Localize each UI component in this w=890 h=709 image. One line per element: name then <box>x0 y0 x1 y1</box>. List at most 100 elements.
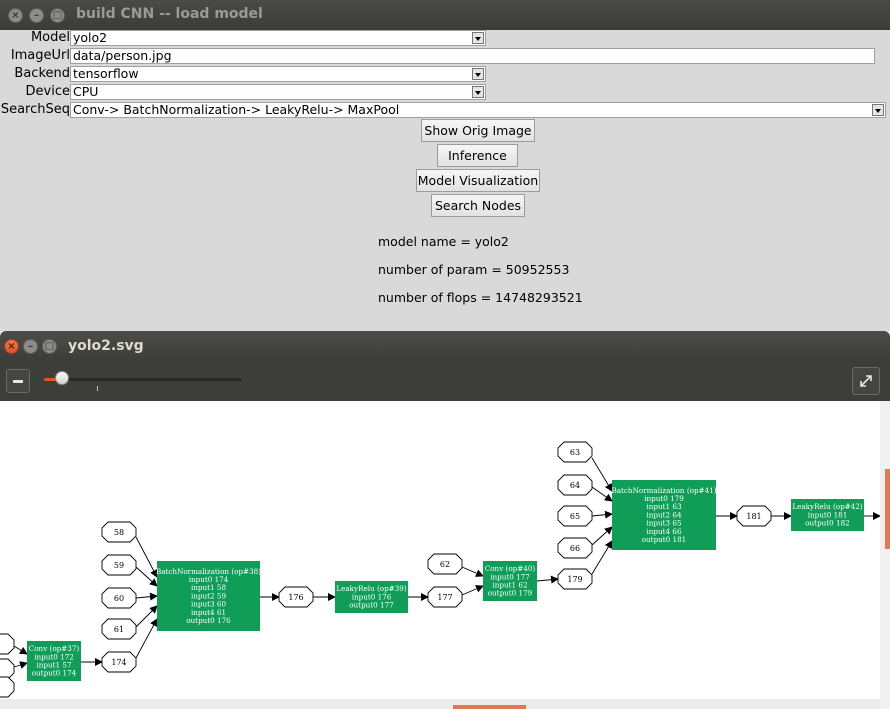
op-node-op41[interactable]: BatchNormalization (op#41)input0 179inpu… <box>611 480 717 550</box>
show-orig-image-button[interactable]: Show Orig Image <box>421 119 535 142</box>
tensor-node-tA[interactable] <box>0 633 15 655</box>
tensor-node-t60[interactable]: 60 <box>101 587 137 609</box>
image-url-input[interactable]: data/person.jpg <box>70 48 875 64</box>
backend-value: tensorflow <box>73 66 139 81</box>
tensor-node-t181[interactable]: 181 <box>736 505 772 527</box>
tensor-node-t174[interactable]: 174 <box>101 651 137 673</box>
tensor-node-label: 62 <box>440 560 450 569</box>
tensor-node-label: 174 <box>111 658 126 667</box>
device-value: CPU <box>73 84 99 99</box>
chevron-down-icon[interactable] <box>472 86 484 98</box>
maximize-icon[interactable]: □ <box>50 8 65 23</box>
tensor-node-t65[interactable]: 65 <box>557 505 593 527</box>
tensor-node-t177[interactable]: 177 <box>427 586 463 608</box>
graph-edge <box>461 585 484 596</box>
tensor-node-shape <box>0 676 15 698</box>
model-graph: Conv (op#37)input0 172input1 57output0 1… <box>0 441 880 698</box>
tensor-node-t66[interactable]: 66 <box>557 537 593 559</box>
graph-edge <box>591 457 613 492</box>
image-url-value: data/person.jpg <box>73 48 172 63</box>
op-node-line: output0 179 <box>488 589 533 598</box>
tensor-node-label: 177 <box>437 593 452 602</box>
horizontal-scrollbar-thumb[interactable] <box>453 705 526 709</box>
tensor-node-t64[interactable]: 64 <box>557 474 593 496</box>
vertical-scrollbar[interactable] <box>880 401 890 699</box>
graph-edge <box>591 486 613 502</box>
inference-button[interactable]: Inference <box>437 144 518 167</box>
graph-edge <box>135 605 158 628</box>
image-url-label: ImageUrl <box>10 48 70 63</box>
zoom-slider-handle[interactable] <box>55 371 69 385</box>
tensor-node-t58[interactable]: 58 <box>101 521 137 543</box>
graph-edge <box>135 592 158 601</box>
viewer-toolbar <box>0 361 890 401</box>
num-flops-text: number of flops = 14748293521 <box>378 290 583 305</box>
tensor-node-tB[interactable] <box>0 658 15 680</box>
tensor-node-label: 60 <box>114 594 124 603</box>
op-node-op37[interactable]: Conv (op#37)input0 172input1 57output0 1… <box>27 641 81 681</box>
op-node-op39[interactable]: LeakyRelu (op#39)input0 176output0 177 <box>335 581 408 613</box>
close-icon[interactable]: × <box>8 8 23 23</box>
tensor-node-label: 64 <box>570 481 580 490</box>
graph-edge <box>461 566 484 577</box>
device-label: Device <box>25 84 70 99</box>
horizontal-scrollbar[interactable] <box>0 699 880 709</box>
tensor-node-label: 181 <box>746 512 761 521</box>
graph-edge <box>135 566 158 587</box>
chevron-down-icon[interactable] <box>472 32 484 44</box>
tensor-node-t62[interactable]: 62 <box>427 553 463 575</box>
zoom-out-icon[interactable] <box>6 369 30 393</box>
tensor-node-shape <box>0 633 15 655</box>
op-node-line: output0 177 <box>349 601 394 610</box>
viewer-titlebar[interactable]: × – □ yolo2.svg <box>0 331 890 361</box>
tensor-node-shape <box>0 658 15 680</box>
search-seq-dropdown[interactable]: Conv-> BatchNormalization-> LeakyRelu-> … <box>70 102 886 118</box>
close-icon[interactable]: × <box>4 339 19 354</box>
tensor-node-label: 65 <box>570 512 580 521</box>
op-node-op42[interactable]: LeakyRelu (op#42)input0 181output0 182 <box>791 499 864 531</box>
chevron-down-icon[interactable] <box>472 68 484 80</box>
tensor-node-label: 176 <box>288 593 303 602</box>
zoom-slider-mark <box>97 386 98 391</box>
search-nodes-button[interactable]: Search Nodes <box>431 194 525 217</box>
minimize-icon[interactable]: – <box>23 339 38 354</box>
op-node-line: output0 174 <box>32 669 77 678</box>
tensor-node-label: 61 <box>114 625 124 634</box>
op-node-op38[interactable]: BatchNormalization (op#38)input0 174inpu… <box>156 561 261 631</box>
model-label: Model <box>30 30 70 45</box>
tensor-node-t176[interactable]: 176 <box>278 586 314 608</box>
tensor-node-t59[interactable]: 59 <box>101 554 137 576</box>
op-node-line: output0 176 <box>186 616 231 625</box>
graph-edge <box>591 510 613 519</box>
chevron-down-icon[interactable] <box>872 104 884 116</box>
build-cnn-window: × – □ build CNN -- load model Model yolo… <box>0 0 890 332</box>
backend-dropdown[interactable]: tensorflow <box>70 66 486 82</box>
graph-edge <box>591 526 613 546</box>
fullscreen-icon[interactable] <box>852 367 880 395</box>
tensor-node-label: 179 <box>567 575 582 584</box>
window-titlebar[interactable]: × – □ build CNN -- load model <box>0 0 890 30</box>
vertical-scrollbar-thumb[interactable] <box>885 469 890 549</box>
graph-edge <box>135 618 158 659</box>
graph-edge <box>13 661 28 669</box>
tensor-node-label: 66 <box>570 544 580 553</box>
model-dropdown[interactable]: yolo2 <box>70 30 486 46</box>
op-node-line: output0 181 <box>642 535 687 544</box>
model-visualization-button[interactable]: Model Visualization <box>416 169 540 192</box>
tensor-node-t61[interactable]: 61 <box>101 618 137 640</box>
window-title: build CNN -- load model <box>76 6 263 22</box>
num-params-text: number of param = 50952553 <box>378 262 570 277</box>
minimize-icon[interactable]: – <box>29 8 44 23</box>
tensor-node-t63[interactable]: 63 <box>557 441 593 463</box>
backend-label: Backend <box>14 66 70 81</box>
maximize-icon[interactable]: □ <box>42 339 57 354</box>
tensor-node-label: 59 <box>114 561 124 570</box>
svg-viewer-window: × – □ yolo2.svg Conv (op#37) input0 172 in… <box>0 331 890 709</box>
svg-canvas[interactable]: Conv (op#37) input0 172 input1 57 output0 1… <box>0 401 880 699</box>
tensor-node-tC[interactable] <box>0 676 15 698</box>
tensor-node-t179[interactable]: 179 <box>557 568 593 590</box>
op-node-op40[interactable]: Conv (op#40)input0 177input1 62output0 1… <box>483 561 537 601</box>
tensor-node-label: 63 <box>570 448 580 457</box>
device-dropdown[interactable]: CPU <box>70 84 486 100</box>
zoom-slider[interactable] <box>44 378 242 381</box>
